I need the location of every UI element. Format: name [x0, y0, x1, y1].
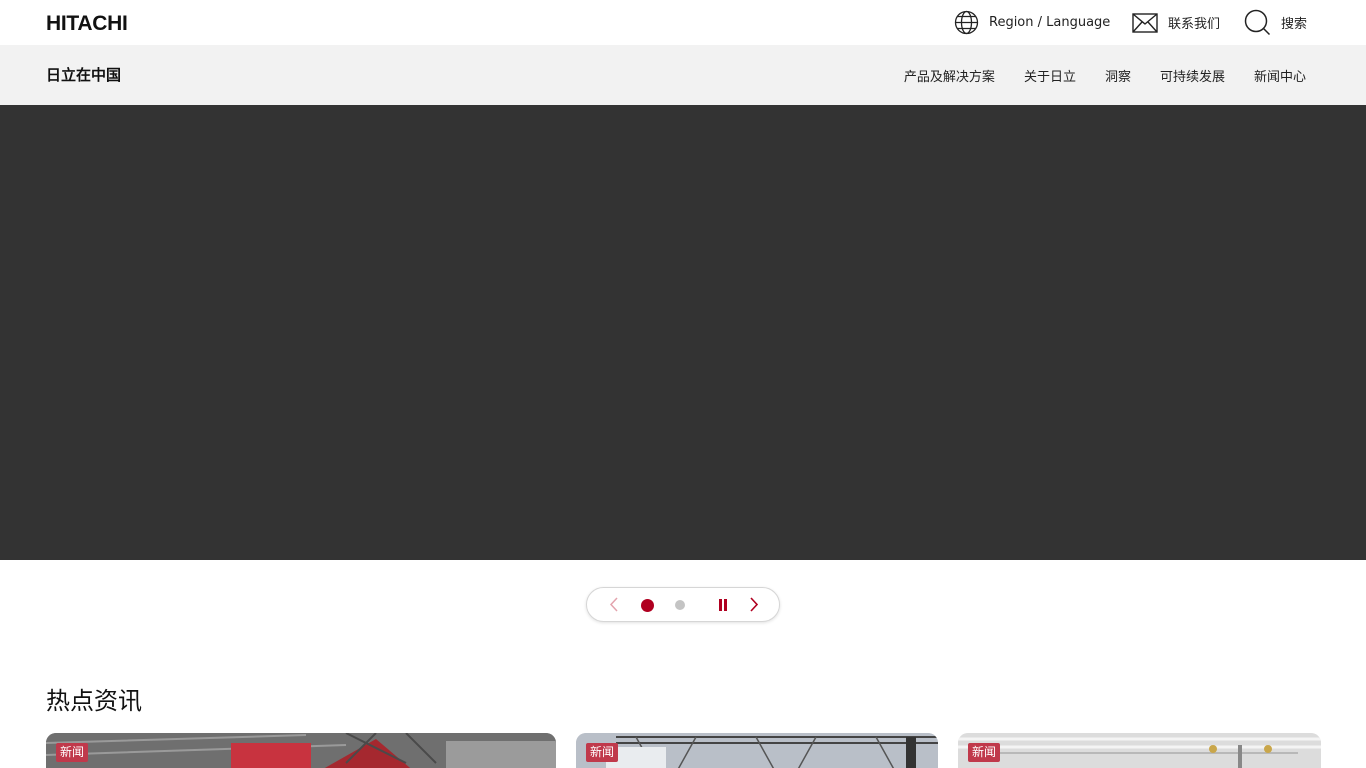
top-bar: HITACHI Region / Language 联系我们 搜索	[0, 0, 1366, 45]
hitachi-logo[interactable]: HITACHI	[46, 12, 128, 36]
news-image	[576, 733, 938, 768]
news-card[interactable]: 新闻	[958, 733, 1321, 768]
nav-item-newsroom[interactable]: 新闻中心	[1254, 66, 1306, 85]
news-card[interactable]: 新闻	[576, 733, 938, 768]
nav-item-about[interactable]: 关于日立	[1024, 66, 1076, 85]
pause-icon[interactable]	[718, 599, 728, 611]
chevron-right-icon[interactable]	[747, 596, 761, 613]
news-tag: 新闻	[968, 743, 1001, 762]
nav-item-products-solutions[interactable]: 产品及解决方案	[904, 66, 995, 85]
search-label: 搜索	[1281, 17, 1308, 32]
contact-link[interactable]: 联系我们	[1132, 0, 1220, 45]
carousel-dot-2[interactable]	[675, 600, 685, 610]
secondary-nav: 日立在中国 产品及解决方案 关于日立 洞察 可持续发展 新闻中心	[0, 45, 1366, 105]
search-icon	[1244, 9, 1271, 36]
hero-banner[interactable]	[0, 105, 1366, 560]
chevron-left-icon[interactable]	[607, 596, 621, 613]
nav-item-sustainability[interactable]: 可持续发展	[1160, 66, 1225, 85]
site-title[interactable]: 日立在中国	[46, 64, 121, 85]
nav-item-insights[interactable]: 洞察	[1105, 66, 1131, 85]
news-image	[46, 733, 556, 768]
region-language-label: Region / Language	[989, 15, 1111, 30]
globe-icon	[954, 10, 979, 35]
news-card[interactable]: 新闻	[46, 733, 556, 768]
carousel-controls	[586, 587, 780, 622]
contact-label: 联系我们	[1168, 17, 1221, 32]
news-tag: 新闻	[56, 743, 89, 762]
hot-news-heading: 热点资讯	[46, 687, 142, 715]
news-tag: 新闻	[586, 743, 619, 762]
carousel-dot-1[interactable]	[641, 599, 654, 612]
nav-menu: 产品及解决方案 关于日立 洞察 可持续发展 新闻中心	[875, 45, 1306, 105]
search-button[interactable]: 搜索	[1244, 0, 1307, 45]
mail-icon	[1132, 12, 1158, 33]
region-language-link[interactable]: Region / Language	[954, 0, 1110, 45]
news-image	[958, 733, 1321, 768]
